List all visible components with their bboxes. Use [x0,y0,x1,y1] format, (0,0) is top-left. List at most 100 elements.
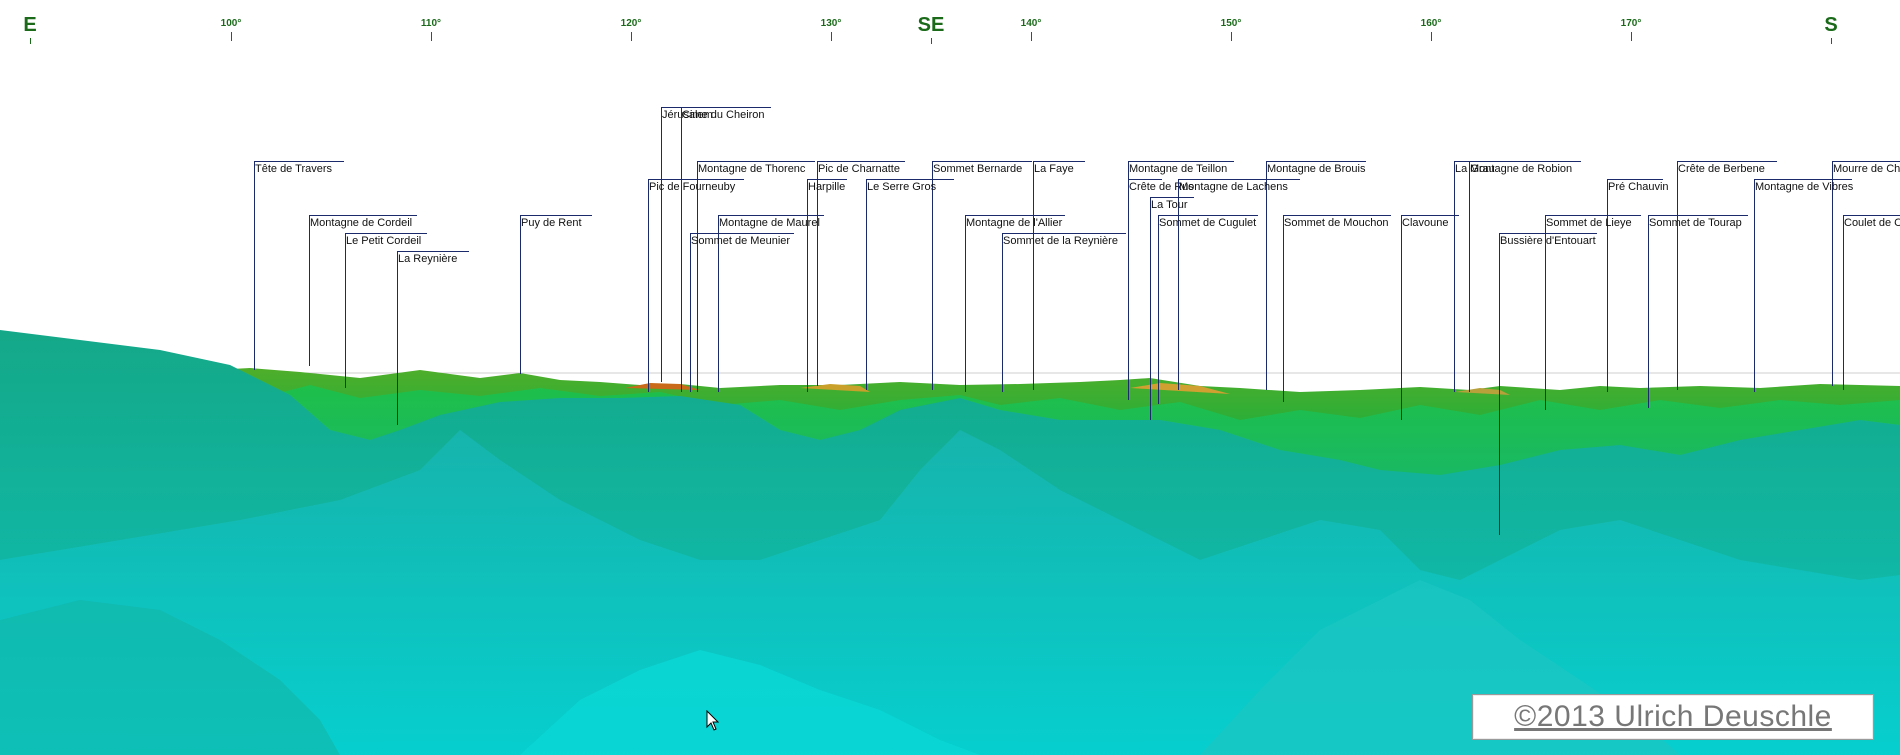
peak-label-underline [1607,179,1663,180]
peak-leader-line [1158,215,1159,404]
peak-name: Cime du Cheiron [682,109,765,121]
peak-leader-line [1469,161,1470,392]
peak-label-underline [1401,215,1459,216]
peak-leader-line [1843,215,1844,390]
peak-leader-line [1150,197,1151,420]
peak-label-underline [1283,215,1391,216]
peak-label-underline [697,161,815,162]
peak-label-underline [1033,161,1085,162]
peak-leader-line [345,233,346,388]
peak-leader-line [866,179,867,390]
peak-name: Mourre de Ch [1833,163,1900,175]
peak-name: Pré Chauvin [1608,181,1669,193]
peak-label-underline [397,251,469,252]
peak-leader-line [397,251,398,425]
peak-name: Crête de Berbene [1678,163,1765,175]
peak-label-underline [345,233,427,234]
peak-leader-line [1128,179,1129,400]
peak-label-underline [648,179,744,180]
peak-leader-line [1832,161,1833,386]
peak-label-underline [1677,161,1777,162]
peak-label-underline [1158,215,1258,216]
peak-name: La Faye [1034,163,1074,175]
peak-leader-line [1607,179,1608,392]
peak-name: Sommet de Lieye [1546,217,1632,229]
peak-name: Le Serre Gros [867,181,937,193]
peak-label-underline [1469,161,1581,162]
peak-name: La Tour [1151,199,1188,211]
peak-name: Pic de Charnatte [818,163,900,175]
peak-leader-line [661,107,662,382]
peak-label-underline [1545,215,1641,216]
peak-label-underline [1499,233,1597,234]
peak-leader-line [254,161,255,370]
peak-leader-line [1454,161,1455,392]
peak-leader-line [1401,215,1402,420]
peak-label-underline [807,179,847,180]
peak-label-underline [817,161,905,162]
peak-label-underline [1150,197,1194,198]
peak-name: Sommet Bernarde [933,163,1023,175]
peak-label-underline [1843,215,1900,216]
peak-leader-line [1266,161,1267,390]
peak-name: Montagne de Thorenc [698,163,806,175]
peak-name: Montagne de l'Allier [966,217,1063,229]
peak-leader-line [520,215,521,374]
mouse-cursor-icon [706,710,720,731]
peak-leader-line [817,161,818,386]
peak-label-underline [1128,179,1162,180]
peak-labels: Jérusalem Cime du Cheiron Tête de Travers M… [0,0,1900,755]
peak-name: Pic de Fourneuby [649,181,736,193]
peak-label-underline [1754,179,1852,180]
peak-name: Bussière d'Entouart [1500,235,1596,247]
peak-label-underline [965,215,1065,216]
peak-leader-line [1754,179,1755,392]
peak-label-underline [1128,161,1234,162]
peak-name: Clavoune [1402,217,1449,229]
peak-leader-line [681,107,682,392]
peak-name: Montagne de Cordeil [310,217,413,229]
peak-label-underline [690,233,794,234]
peak-label-underline [254,161,344,162]
peak-label-underline [1832,161,1900,162]
peak-label-underline [1178,179,1300,180]
peak-label-underline [309,215,417,216]
peak-name: Tête de Travers [255,163,333,175]
peak-name: Sommet de Tourap [1649,217,1742,229]
peak-name: Harpille [808,181,846,193]
peak-leader-line [965,215,966,392]
peak-name: Montagne de Brouis [1267,163,1366,175]
panorama-view[interactable]: E 100° 110° 120° 130° SE 140° 150° 160° 170° S Jér… [0,0,1900,755]
peak-name: Coulet de C [1844,217,1900,229]
peak-label-underline [718,215,824,216]
copyright-watermark: ©2013 Ulrich Deuschle [1472,694,1874,740]
peak-name: Montagne de Robion [1470,163,1573,175]
peak-name: Sommet de la Reynière [1003,235,1118,247]
peak-name: Puy de Rent [521,217,582,229]
peak-label-underline [681,107,771,108]
peak-label-underline [932,161,1032,162]
peak-leader-line [932,161,933,390]
peak-label-underline [1002,233,1126,234]
copyright-text: ©2013 Ulrich Deuschle [1514,700,1832,733]
peak-label-underline [1266,161,1366,162]
peak-leader-line [1677,161,1678,390]
peak-name: Le Petit Cordeil [346,235,422,247]
peak-leader-line [807,179,808,392]
peak-leader-line [1002,233,1003,392]
peak-leader-line [1499,233,1500,535]
peak-name: Montagne de Maurel [719,217,820,229]
peak-label-underline [1648,215,1748,216]
peak-label-underline [866,179,954,180]
peak-leader-line [690,233,691,392]
peak-leader-line [309,215,310,366]
peak-name: Montagne de Teillon [1129,163,1228,175]
peak-leader-line [1283,215,1284,402]
peak-name: La Reynière [398,253,458,265]
peak-leader-line [1033,161,1034,390]
peak-label-underline [520,215,592,216]
peak-name: Sommet de Mouchon [1284,217,1389,229]
peak-leader-line [697,161,698,392]
peak-name: Montagne de Lachens [1179,181,1288,193]
peak-leader-line [648,179,649,392]
